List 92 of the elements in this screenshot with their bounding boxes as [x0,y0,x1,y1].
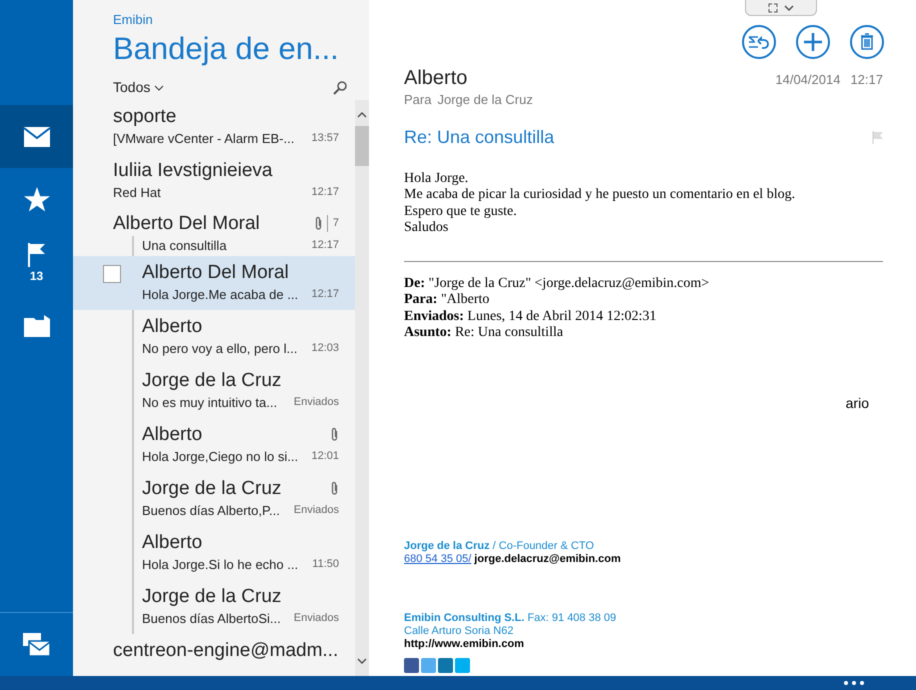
signature-email: jorge.delacruz@emibin.com [474,552,621,566]
mail-accounts-icon[interactable] [22,632,50,656]
account-name: Emibin [113,11,154,29]
message-time: 13:57 [311,131,339,146]
scroll-up-icon[interactable] [357,112,367,118]
scroll-thumb[interactable] [355,126,369,166]
app-bar-tab[interactable] [745,0,817,16]
message-item[interactable]: Alberto Del Moral Hola Jorge.Me acaba de ... 12:17 [73,256,355,310]
more-icon[interactable] [844,681,864,685]
message-preview: Una consultilla [142,236,227,254]
message-preview: Red Hat [113,184,161,202]
expand-icon[interactable] [768,2,778,12]
sender-name: soporte [113,104,176,128]
message-preview: Buenos días AlbertoSi... [142,610,281,628]
body-line: Hola Jorge. [404,170,470,187]
phone-link[interactable]: 680 54 35 05/ [404,552,472,566]
rail-item[interactable] [0,105,73,168]
reply-icon[interactable] [742,25,776,59]
rail-item[interactable]: 13 [0,231,73,294]
text-fragment: ario [846,394,869,412]
sender-name: Iuliia Ievstignieieva [113,158,272,182]
sender-name: Alberto [142,314,202,338]
sender-name: Alberto [404,66,468,90]
message-item[interactable]: Una consultilla 12:17 [73,236,355,256]
search-icon[interactable] [333,80,347,94]
thread-count: 7 [326,215,339,232]
message-time: 12:17 [850,71,883,89]
folder-icon [24,314,50,336]
message-item[interactable]: soporte [VMware vCenter - Alarm EB-... 13:57 [73,100,355,154]
message-time: 12:17 [311,185,339,200]
company-line: Emibin Consulting S.L. Fax: 91 408 38 09 [404,612,616,624]
scrollbar[interactable] [355,100,369,676]
message-time: 12:01 [311,449,339,464]
message-preview: Hola Jorge,Ciego no lo si... [142,448,298,466]
social-icon[interactable] [438,658,453,672]
message-time: Enviados [294,503,339,518]
sender-name: Jorge de la Cruz [142,584,282,608]
message-time: 12:17 [311,238,339,253]
mail-icon [24,126,50,146]
quoted-header-line: De: "Jorge de la Cruz" <jorge.delacruz@emibin.com> [404,276,710,292]
message-item[interactable]: centreon-engine@madm... [73,634,355,676]
message-time: 12:03 [311,341,339,356]
message-time: Enviados [294,395,339,410]
sender-name: centreon-engine@madm... [113,638,338,662]
message-time: 11:50 [312,557,339,572]
message-preview: No pero voy a ello, pero l... [142,340,298,358]
message-time: 12:17 [311,287,339,302]
flag-count: 13 [30,268,44,282]
body-line: Saludos [404,220,450,236]
quoted-header-line: Enviados: Lunes, 14 de Abril 2014 12:02:31 [404,308,658,325]
address-line: Calle Arturo Soria N62 [404,624,514,638]
filter-dropdown[interactable]: Todos [113,77,164,98]
message-item[interactable]: Alberto Hola Jorge,Ciego no lo si... 12:01 [73,418,355,472]
social-icon[interactable] [404,658,419,672]
message-preview: No es muy intuitivo ta... [142,394,278,412]
message-preview: Hola Jorge.Si lo he echo ... [142,556,298,574]
select-checkbox[interactable] [103,264,121,282]
message-item[interactable]: Alberto Hola Jorge.Si lo he echo ... 11:50 [73,526,355,580]
sender-name: Alberto [142,422,202,446]
message-preview: Hola Jorge.Me acaba de ... [142,286,298,304]
sender-name: Jorge de la Cruz [142,368,282,392]
quoted-header-line: Para: "Alberto [404,292,490,308]
website-line: http://www.emibin.com [404,638,524,650]
message-item[interactable]: Jorge de la Cruz Buenos días AlbertoSi... Enviados [73,580,355,634]
recipient-label: Para [404,91,432,109]
sender-name: Jorge de la Cruz [142,476,282,500]
sender-name: Alberto Del Moral [113,212,260,236]
message-date: 14/04/2014 [775,71,840,89]
recipient-name: Jorge de la Cruz [437,91,533,109]
add-icon[interactable] [796,25,830,59]
chevron-down-icon [154,84,164,90]
sender-name: Alberto [142,530,202,554]
message-preview: [VMware vCenter - Alarm EB-... [113,130,294,148]
body-line: Espero que te guste. [404,204,518,220]
body-line: Me acaba de picar la curiosidad y he puesto un comentario en el blog. [404,187,796,204]
flag-icon [28,242,46,266]
quoted-header-line: Asunto: Re: Una consultilla [404,325,564,342]
scroll-down-icon[interactable] [357,658,367,664]
message-item[interactable]: Jorge de la Cruz Buenos días Alberto,P... Enviados [73,472,355,526]
message-item[interactable]: Alberto Del Moral 7 [73,208,355,236]
star-icon [24,187,50,212]
chevron-down-icon[interactable] [784,4,794,10]
message-item[interactable]: Alberto No pero voy a ello, pero l... 12:03 [73,310,355,364]
delete-icon[interactable] [850,25,884,59]
message-preview: Buenos días Alberto,P... [142,502,280,520]
folder-title: Bandeja de en... [113,30,340,68]
message-item[interactable]: Jorge de la Cruz No es muy intuitivo ta... Enviados [73,364,355,418]
message-time: Enviados [294,611,339,626]
message-item[interactable]: Iuliia Ievstignieieva Red Hat 12:17 [73,154,355,208]
sender-name: Alberto Del Moral [142,260,289,284]
message-subject: Re: Una consultilla [404,126,554,148]
signature-name: Jorge de la Cruz / Co-Founder & CTO [404,540,594,552]
